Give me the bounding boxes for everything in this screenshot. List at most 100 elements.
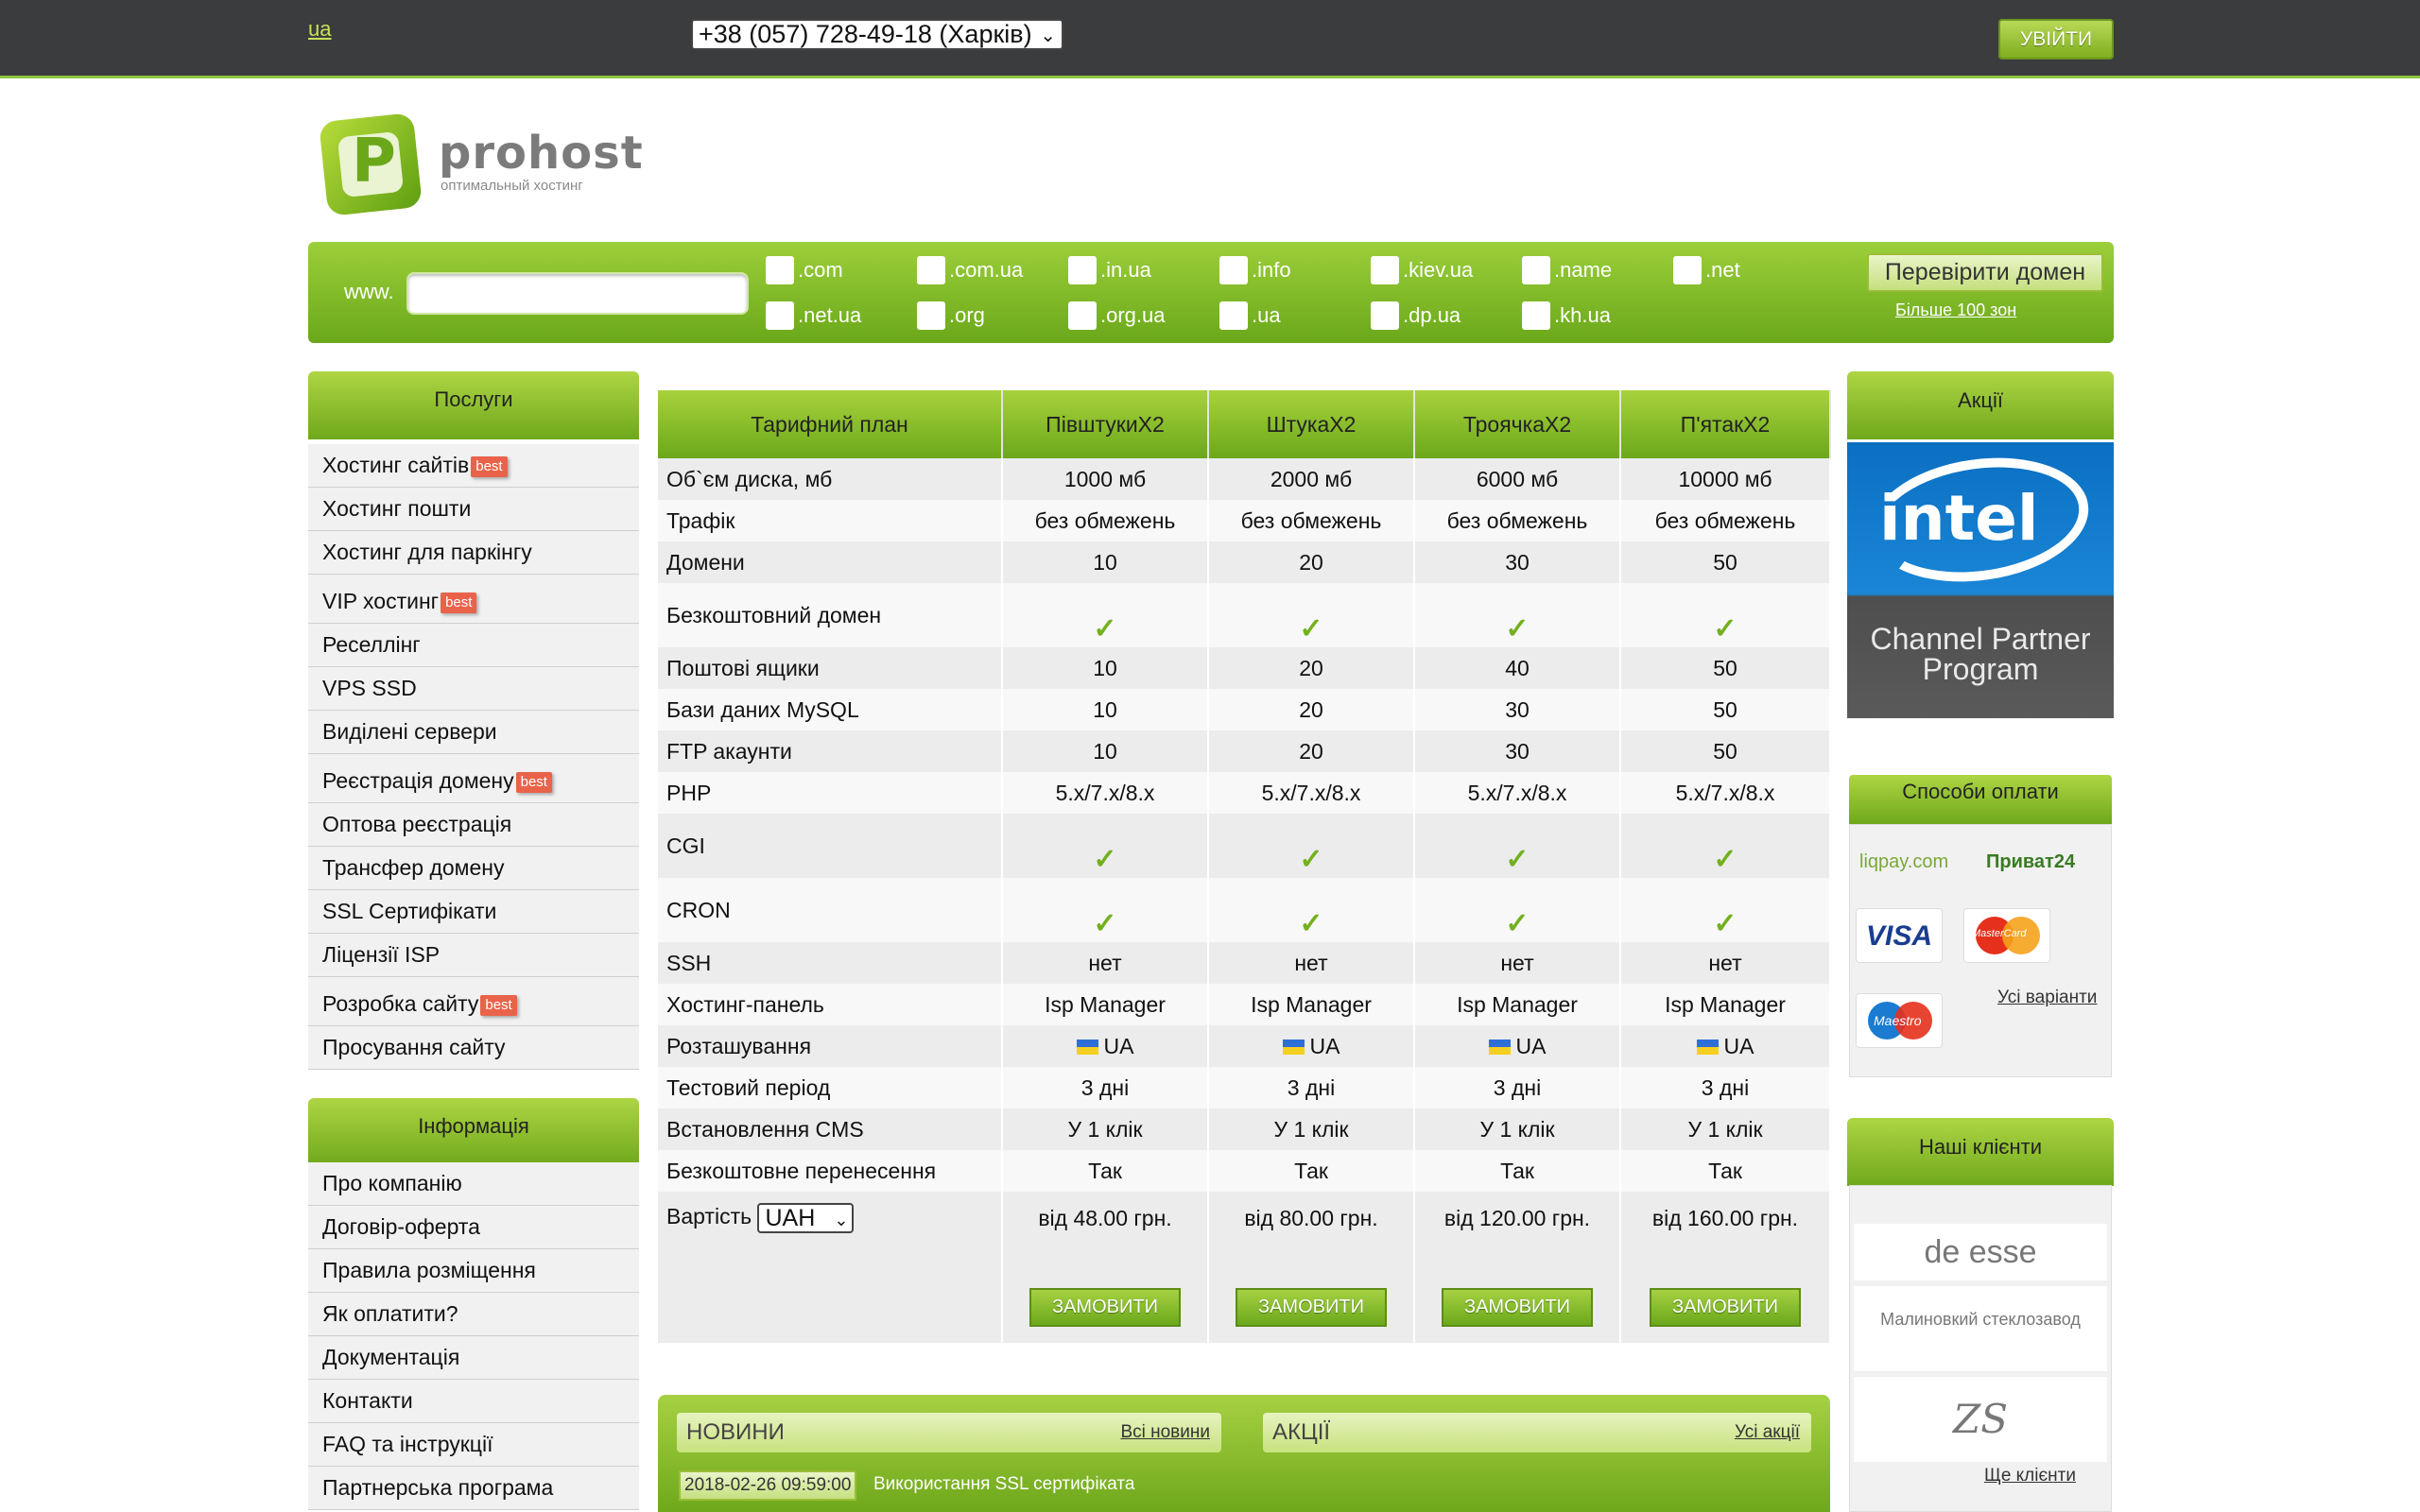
order-button[interactable]: ЗАМОВИТИ xyxy=(1029,1287,1181,1327)
domain-input[interactable] xyxy=(406,272,749,315)
news-section: НОВИНИ Всі новини АКЦІЇ Усі акції 2018-0… xyxy=(658,1395,1830,1512)
checkbox[interactable] xyxy=(1068,301,1097,331)
checkbox[interactable] xyxy=(1673,256,1702,285)
promos-heading: АКЦІЇ Усі акції xyxy=(1263,1413,1811,1452)
zone-label: .kh.ua xyxy=(1554,303,1611,328)
liqpay-logo[interactable]: liqpay.com xyxy=(1859,851,1948,873)
table-row: Безкоштовне перенесення Так Так Так Так xyxy=(658,1150,1831,1192)
zone-checkbox[interactable]: .org.ua xyxy=(1068,301,1166,331)
news-item-link[interactable]: Використання SSL сертифіката xyxy=(873,1474,1134,1495)
all-payment-methods-link[interactable]: Усі варіанти xyxy=(1997,988,2097,1008)
login-button[interactable]: УВІЙТИ xyxy=(1998,19,2114,60)
sidebar-item-vip-hosting[interactable]: VIP хостинг best xyxy=(308,575,639,624)
checkbox[interactable] xyxy=(1371,256,1399,285)
cell-value: ✓ xyxy=(1414,878,1621,942)
checkbox[interactable] xyxy=(1522,301,1550,331)
sidebar-item-domain-registration[interactable]: Реєстрація домену best xyxy=(308,754,639,803)
checkbox[interactable] xyxy=(917,301,945,331)
privat24-logo[interactable]: Приват24 xyxy=(1986,851,2075,873)
sidebar-item-about[interactable]: Про компанію xyxy=(308,1162,639,1206)
phone-city-select[interactable]: +38 (057) 728-49-18 (Харків) ⌄ xyxy=(691,19,1063,50)
client-logo[interactable]: Малиновкий стеклозавод xyxy=(1854,1286,2107,1371)
row-label: FTP акаунти xyxy=(658,730,1003,772)
zone-checkbox[interactable]: .in.ua xyxy=(1068,255,1151,285)
zone-label: .kiev.ua xyxy=(1403,258,1474,283)
all-promos-link[interactable]: Усі акції xyxy=(1735,1413,1800,1452)
sidebar-item-vps-ssd[interactable]: VPS SSD xyxy=(308,667,639,711)
sidebar-item-ssl[interactable]: SSL Сертифікати xyxy=(308,890,639,934)
sidebar-item-rules[interactable]: Правила розміщення xyxy=(308,1249,639,1293)
maestro-card[interactable]: Maestro xyxy=(1856,993,1943,1048)
language-link[interactable]: ua xyxy=(308,17,331,42)
mastercard-card[interactable]: MasterCard xyxy=(1963,908,2050,963)
sidebar-item-docs[interactable]: Документація xyxy=(308,1336,639,1380)
more-zones-link[interactable]: Більше 100 зон xyxy=(1895,301,2016,320)
cell-value: UA xyxy=(1002,1025,1209,1067)
intel-partner-banner[interactable]: intel Channel Partner Program xyxy=(1847,442,2114,718)
intel-logo-text: intel xyxy=(1879,482,2039,555)
sidebar-item-contacts[interactable]: Контакти xyxy=(308,1380,639,1423)
check-icon: ✓ xyxy=(1093,843,1117,875)
row-label: Розташування xyxy=(658,1025,1003,1067)
check-icon: ✓ xyxy=(1299,907,1323,939)
table-row: Тестовий період 3 дні 3 дні 3 дні 3 дні xyxy=(658,1067,1831,1108)
checkbox[interactable] xyxy=(1371,301,1399,331)
sidebar-item-seo[interactable]: Просування сайту xyxy=(308,1026,639,1070)
cell-value: 5.x/7.x/8.x xyxy=(1002,772,1209,814)
sidebar-item-dedicated[interactable]: Виділені сервери xyxy=(308,711,639,754)
order-button[interactable]: ЗАМОВИТИ xyxy=(1236,1287,1387,1327)
cell-value: ✓ xyxy=(1002,878,1209,942)
sidebar-item-isp-licenses[interactable]: Ліцензії ISP xyxy=(308,934,639,977)
sidebar-item-parking-hosting[interactable]: Хостинг для паркінгу xyxy=(308,531,639,575)
sidebar-item-bulk-registration[interactable]: Оптова реєстрація xyxy=(308,803,639,847)
checkbox[interactable] xyxy=(1219,301,1248,331)
visa-card[interactable]: VISA xyxy=(1856,908,1943,963)
zone-checkbox[interactable]: .com.ua xyxy=(917,255,1023,285)
sidebar-item-mail-hosting[interactable]: Хостинг пошти xyxy=(308,488,639,531)
checkbox[interactable] xyxy=(1522,256,1550,285)
zone-checkbox[interactable]: .org xyxy=(917,301,985,331)
sidebar-item-domain-transfer[interactable]: Трансфер домену xyxy=(308,847,639,890)
cell-value: Isp Manager xyxy=(1002,984,1209,1025)
zone-checkbox[interactable]: .kh.ua xyxy=(1522,301,1611,331)
sidebar-item-label: Контакти xyxy=(322,1388,413,1413)
currency-select[interactable]: UAH ⌄ xyxy=(757,1203,855,1233)
zone-checkbox[interactable]: .net.ua xyxy=(766,301,861,331)
check-icon: ✓ xyxy=(1713,612,1737,644)
zone-checkbox[interactable]: .com xyxy=(766,255,843,285)
sidebar-item-web-development[interactable]: Розробка сайту best xyxy=(308,977,639,1026)
zone-checkbox[interactable]: .net xyxy=(1673,255,1740,285)
cell-value: Так xyxy=(1620,1150,1831,1192)
sidebar-item-offer[interactable]: Договір-оферта xyxy=(308,1206,639,1249)
cell-value: 10 xyxy=(1002,689,1209,730)
sidebar-item-site-hosting[interactable]: Хостинг сайтів best xyxy=(308,444,639,488)
all-news-link[interactable]: Всі новини xyxy=(1120,1413,1210,1452)
checkbox[interactable] xyxy=(766,256,794,285)
checkbox[interactable] xyxy=(766,301,794,331)
client-logo[interactable]: de esse xyxy=(1854,1224,2107,1280)
sidebar-item-faq[interactable]: FAQ та інструкції xyxy=(308,1423,639,1467)
checkbox[interactable] xyxy=(1219,256,1248,285)
sidebar-item-reselling[interactable]: Реселлінг xyxy=(308,624,639,667)
row-label: Бази даних MySQL xyxy=(658,689,1003,730)
zone-checkbox[interactable]: .name xyxy=(1522,255,1612,285)
sidebar-item-partners[interactable]: Партнерська програма xyxy=(308,1467,639,1510)
client-logo[interactable]: ZS xyxy=(1854,1377,2107,1462)
order-button[interactable]: ЗАМОВИТИ xyxy=(1650,1287,1801,1327)
more-clients-link[interactable]: Ще клієнти xyxy=(1984,1466,2076,1486)
checkbox[interactable] xyxy=(917,256,945,285)
checkbox[interactable] xyxy=(1068,256,1097,285)
zone-checkbox[interactable]: .kiev.ua xyxy=(1371,255,1474,285)
sidebar-item-how-to-pay[interactable]: Як оплатити? xyxy=(308,1293,639,1336)
check-icon: ✓ xyxy=(1093,612,1117,644)
site-logo[interactable]: P prohost оптимальный хостинг xyxy=(319,112,643,217)
price-label: Вартість xyxy=(666,1204,752,1229)
zone-checkbox[interactable]: .info xyxy=(1219,255,1291,285)
check-domain-button[interactable]: Перевірити домен xyxy=(1867,253,2103,292)
check-icon: ✓ xyxy=(1505,843,1530,875)
zone-checkbox[interactable]: .ua xyxy=(1219,301,1281,331)
location-value: UA xyxy=(1103,1033,1134,1058)
order-button[interactable]: ЗАМОВИТИ xyxy=(1442,1287,1593,1327)
sidebar-item-label: Виділені сервери xyxy=(322,719,497,744)
zone-checkbox[interactable]: .dp.ua xyxy=(1371,301,1461,331)
